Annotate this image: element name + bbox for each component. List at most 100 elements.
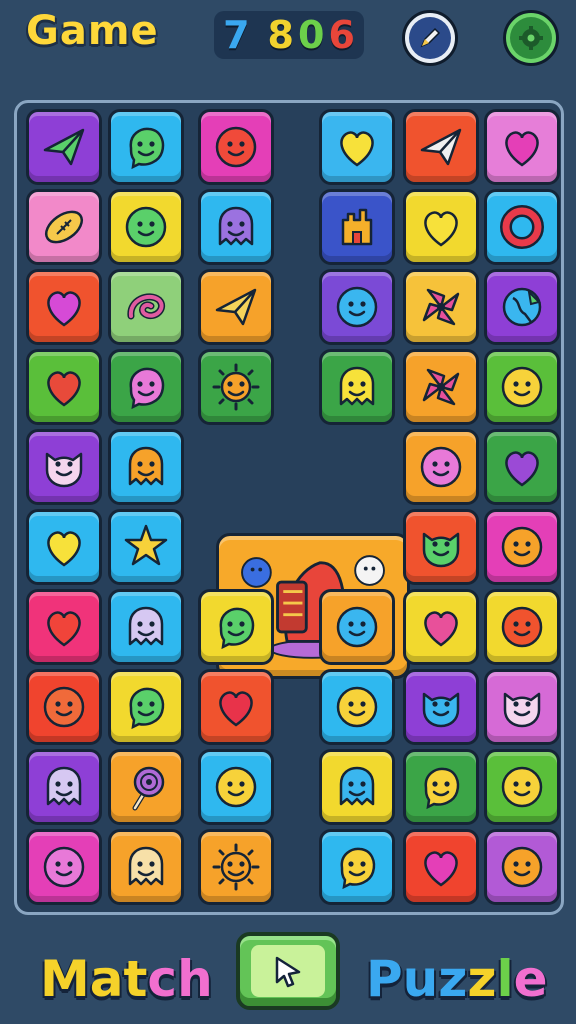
- puzzle-tile[interactable]: [108, 669, 184, 745]
- score-digit: 6: [328, 13, 355, 57]
- puzzle-tile[interactable]: [319, 829, 395, 905]
- puzzle-tile[interactable]: [198, 589, 274, 665]
- face-icon: [43, 686, 85, 728]
- lollipop-icon: [132, 766, 165, 811]
- puzzle-tile[interactable]: [26, 669, 102, 745]
- puzzle-tile[interactable]: [108, 269, 184, 345]
- puzzle-tile[interactable]: [198, 189, 274, 265]
- puzzle-tile[interactable]: [26, 589, 102, 665]
- score-display: 7806: [214, 11, 364, 59]
- title-letter: z: [438, 950, 468, 1008]
- bottom-bar: Match Puzzle: [0, 920, 576, 1024]
- puzzle-tile[interactable]: [108, 749, 184, 825]
- puzzle-tile[interactable]: [319, 269, 395, 345]
- puzzle-tile[interactable]: [26, 509, 102, 585]
- puzzle-tile[interactable]: [108, 829, 184, 905]
- star-icon: [124, 524, 168, 566]
- puzzle-tile[interactable]: [403, 509, 479, 585]
- game-title: Game: [26, 8, 159, 54]
- ghost-icon: [339, 366, 375, 406]
- puzzle-tile[interactable]: [108, 589, 184, 665]
- puzzle-tile[interactable]: [484, 429, 560, 505]
- puzzle-tile[interactable]: [198, 109, 274, 185]
- puzzle-tile[interactable]: [403, 669, 479, 745]
- puzzle-tile[interactable]: [198, 349, 274, 425]
- puzzle-tile[interactable]: [403, 429, 479, 505]
- puzzle-tile[interactable]: [108, 189, 184, 265]
- puzzle-tile[interactable]: [403, 829, 479, 905]
- sun-icon: [212, 363, 260, 411]
- title-letter: h: [177, 950, 213, 1008]
- heart-icon: [47, 611, 81, 647]
- face-icon: [501, 526, 543, 568]
- heart-icon: [505, 131, 539, 167]
- puzzle-tile[interactable]: [484, 109, 560, 185]
- puzzle-tile[interactable]: [26, 349, 102, 425]
- puzzle-tile[interactable]: [484, 669, 560, 745]
- puzzle-tile[interactable]: [319, 749, 395, 825]
- puzzle-tile[interactable]: [198, 269, 274, 345]
- pinwheel-icon: [422, 368, 460, 406]
- puzzle-tile[interactable]: [319, 109, 395, 185]
- ghost-icon: [128, 606, 164, 646]
- face-icon: [215, 766, 257, 808]
- title-letter: l: [496, 950, 514, 1008]
- cat-icon: [45, 452, 83, 488]
- title-letter: e: [513, 950, 548, 1008]
- puzzle-tile[interactable]: [198, 829, 274, 905]
- puzzle-tile[interactable]: [484, 269, 560, 345]
- puzzle-tile[interactable]: [484, 509, 560, 585]
- puzzle-tile[interactable]: [26, 429, 102, 505]
- puzzle-tile[interactable]: [319, 669, 395, 745]
- match-title: Match: [40, 950, 213, 1008]
- settings-button[interactable]: [503, 10, 559, 66]
- puzzle-tile[interactable]: [26, 269, 102, 345]
- ghost-icon: [46, 766, 82, 806]
- castle-icon: [341, 208, 373, 246]
- puzzle-tile[interactable]: [198, 749, 274, 825]
- puzzle-tile[interactable]: [108, 509, 184, 585]
- title-letter: t: [123, 950, 148, 1008]
- edit-button[interactable]: [402, 10, 458, 66]
- blob-icon: [129, 367, 165, 410]
- title-letter: c: [147, 950, 178, 1008]
- title-letter: u: [402, 950, 439, 1008]
- puzzle-board: [14, 100, 564, 915]
- puzzle-tile[interactable]: [26, 749, 102, 825]
- puzzle-tile[interactable]: [484, 189, 560, 265]
- heart-icon: [47, 291, 81, 327]
- ring-icon: [500, 205, 544, 249]
- title-letter: M: [40, 950, 90, 1008]
- cursor-icon: [275, 956, 301, 988]
- white-splat-icon: [354, 555, 385, 586]
- face-icon: [501, 846, 543, 888]
- puzzle-tile[interactable]: [198, 669, 274, 745]
- blob-icon: [129, 687, 165, 730]
- puzzle-tile[interactable]: [319, 349, 395, 425]
- puzzle-tile[interactable]: [108, 109, 184, 185]
- puzzle-tile[interactable]: [26, 829, 102, 905]
- puzzle-tile[interactable]: [403, 749, 479, 825]
- puzzle-tile[interactable]: [403, 589, 479, 665]
- puzzle-tile[interactable]: [403, 269, 479, 345]
- puzzle-tile[interactable]: [484, 749, 560, 825]
- puzzle-tile[interactable]: [26, 189, 102, 265]
- puzzle-tile[interactable]: [484, 589, 560, 665]
- puzzle-tile[interactable]: [108, 349, 184, 425]
- puzzle-tile[interactable]: [26, 109, 102, 185]
- score-digit: 0: [298, 13, 325, 57]
- puzzle-tile[interactable]: [319, 589, 395, 665]
- puzzle-tile[interactable]: [403, 109, 479, 185]
- puzzle-tile[interactable]: [403, 189, 479, 265]
- puzzle-tile[interactable]: [108, 429, 184, 505]
- puzzle-tile[interactable]: [484, 349, 560, 425]
- title-letter: a: [89, 950, 124, 1008]
- puzzle-tile[interactable]: [403, 349, 479, 425]
- pinwheel-icon: [422, 288, 460, 326]
- puzzle-tile[interactable]: [319, 189, 395, 265]
- ghost-icon: [339, 766, 375, 806]
- blue-splat-icon: [241, 557, 272, 588]
- puzzle-tile[interactable]: [484, 829, 560, 905]
- top-bar: Game 7806: [0, 0, 576, 82]
- play-button[interactable]: [236, 932, 340, 1010]
